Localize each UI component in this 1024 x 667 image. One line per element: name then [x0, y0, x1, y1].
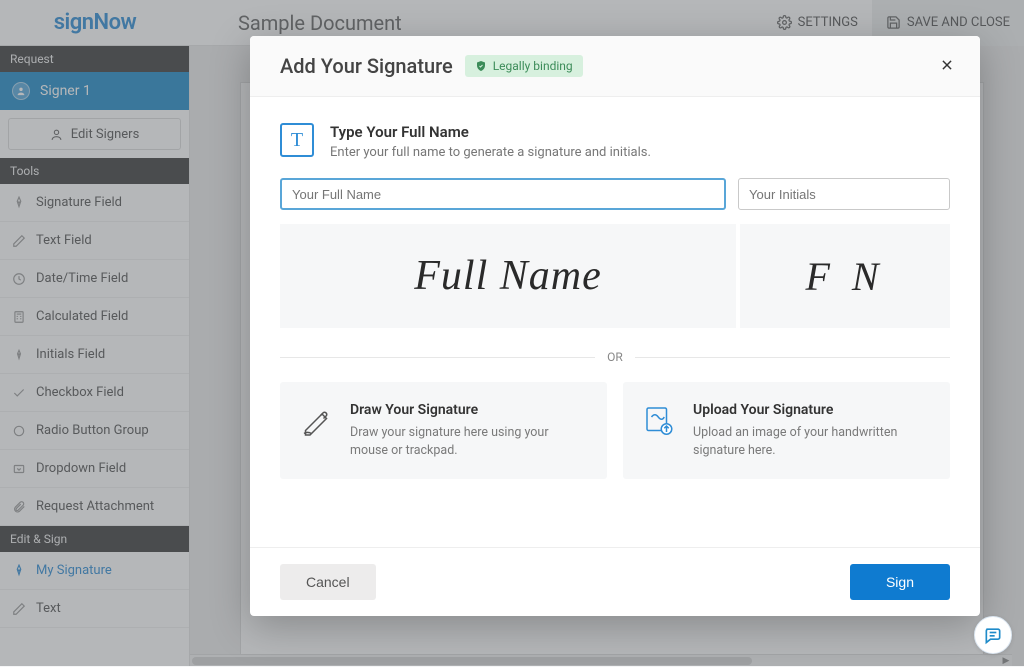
chat-button[interactable] [974, 616, 1012, 654]
full-name-input[interactable] [280, 178, 726, 210]
draw-desc: Draw your signature here using your mous… [350, 424, 589, 459]
close-button[interactable] [940, 57, 954, 76]
shield-check-icon [475, 60, 487, 72]
pencil-draw-icon [298, 402, 334, 438]
cancel-button[interactable]: Cancel [280, 564, 376, 600]
badge-label: Legally binding [493, 59, 573, 73]
modal-footer: Cancel Sign [250, 547, 980, 616]
type-title: Type Your Full Name [330, 123, 651, 141]
legally-binding-badge: Legally binding [465, 55, 583, 77]
draw-title: Draw Your Signature [350, 402, 589, 418]
initials-input[interactable] [738, 178, 950, 210]
type-text-icon: T [280, 123, 314, 157]
type-desc: Enter your full name to generate a signa… [330, 145, 651, 160]
upload-desc: Upload an image of your handwritten sign… [693, 424, 932, 459]
upload-signature-icon [641, 402, 677, 438]
modal-title: Add Your Signature [280, 54, 453, 78]
sign-button[interactable]: Sign [850, 564, 950, 600]
or-label: OR [595, 350, 635, 364]
or-divider: OR [280, 350, 950, 364]
close-icon [940, 58, 954, 72]
upload-signature-card[interactable]: Upload Your Signature Upload an image of… [623, 382, 950, 479]
initials-preview-text: F N [805, 253, 884, 300]
draw-signature-card[interactable]: Draw Your Signature Draw your signature … [280, 382, 607, 479]
upload-title: Upload Your Signature [693, 402, 932, 418]
add-signature-modal: Add Your Signature Legally binding T Typ… [250, 36, 980, 616]
signature-preview: Full Name [280, 224, 736, 328]
chat-icon [983, 625, 1003, 645]
modal-body: T Type Your Full Name Enter your full na… [250, 97, 980, 547]
modal-header: Add Your Signature Legally binding [250, 36, 980, 97]
initials-preview: F N [738, 224, 950, 328]
signature-preview-text: Full Name [414, 252, 601, 300]
